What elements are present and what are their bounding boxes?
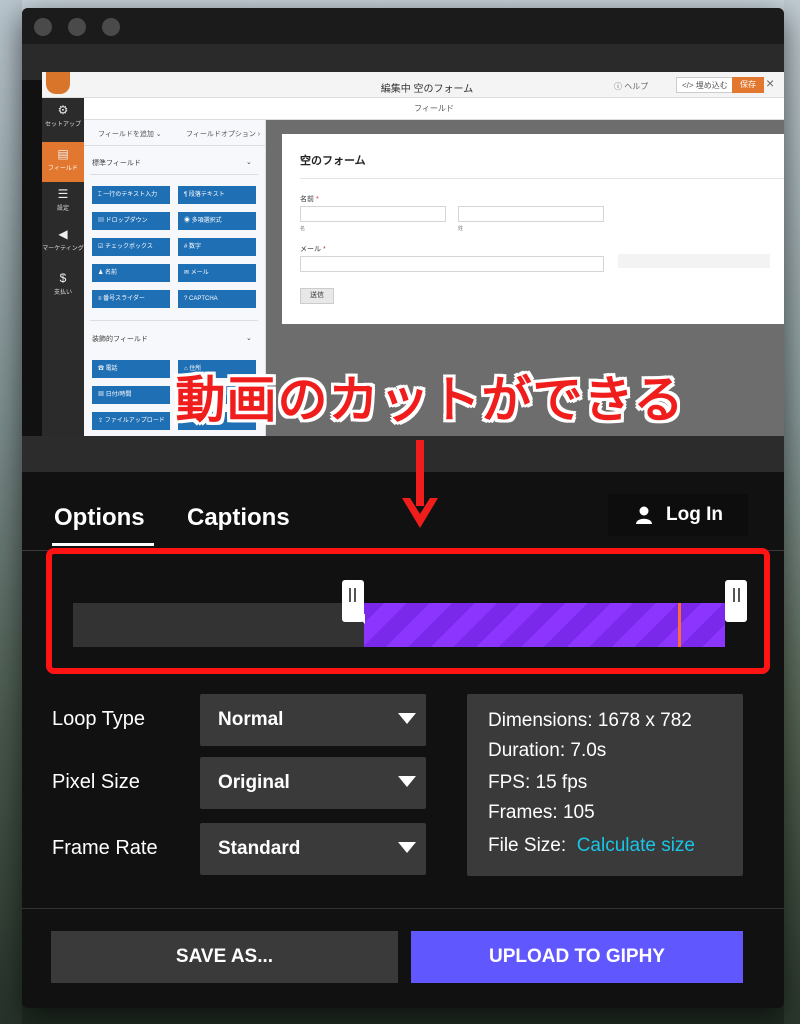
sidebar-item-marketing: ◀ マーケティング <box>42 227 84 252</box>
field-button: ⌶ 一行のテキスト入力 <box>92 186 170 204</box>
login-button[interactable]: Log In <box>608 494 748 536</box>
chevron-down-icon <box>398 842 416 853</box>
chevron-down-icon <box>398 713 416 724</box>
title-bar <box>22 8 784 44</box>
trim-selection[interactable] <box>364 603 725 647</box>
sidebar-item-setup: ⚙ セットアップ <box>42 98 84 138</box>
field-button: ✉ メール <box>178 264 256 282</box>
divider <box>90 174 258 175</box>
first-name-sublabel: 名 <box>300 226 306 232</box>
tab-captions[interactable]: Captions <box>187 504 290 532</box>
field-button: ? CAPTCHA <box>178 290 256 308</box>
upload-to-giphy-button[interactable]: UPLOAD TO GIPHY <box>411 931 743 983</box>
close-icon: × <box>766 75 775 91</box>
loop-type-select[interactable]: Normal <box>200 694 426 746</box>
chevron-down-icon: ⌄ <box>246 159 252 166</box>
loop-type-label: Loop Type <box>52 708 146 730</box>
frame-rate-label: Frame Rate <box>52 837 158 859</box>
file-size-row: File Size: Calculate size <box>488 835 695 856</box>
gif-info-panel: Dimensions: 1678 x 782 Duration: 7.0s FP… <box>467 694 743 876</box>
name-label: 名前 * <box>300 196 319 203</box>
field-button: # 数字 <box>178 238 256 256</box>
fields-icon: ▤ <box>57 147 69 161</box>
preview-save-button: 保存 <box>732 77 764 93</box>
frames-row: Frames: 105 <box>488 802 595 823</box>
preview-sidebar: ⚙ セットアップ ▤ フィールド ☰ 設定 ◀ マーケティング $ 支払い <box>42 98 84 436</box>
last-name-sublabel: 姓 <box>458 226 464 232</box>
email-field <box>300 256 604 272</box>
pixel-size-select[interactable]: Original <box>200 757 426 809</box>
standard-fields-heading: 標準フィールド <box>92 160 141 167</box>
chevron-down-icon <box>398 776 416 787</box>
gear-icon: ⚙ <box>57 103 69 117</box>
fancy-fields-heading: 装飾的フィールド <box>92 336 148 343</box>
desktop-background-left <box>0 0 22 1024</box>
divider <box>22 908 784 909</box>
close-window-button[interactable] <box>34 18 52 36</box>
save-as-button[interactable]: SAVE AS... <box>51 931 398 983</box>
field-button: ▤ ドロップダウン <box>92 212 170 230</box>
panel-tabs: フィールドを追加 ⌄ フィールドオプション › <box>84 120 266 146</box>
zoom-window-button[interactable] <box>102 18 120 36</box>
app-logo <box>46 72 70 94</box>
down-arrow-icon <box>402 440 438 528</box>
chevron-down-icon: ⌄ <box>246 335 252 342</box>
overlay-caption: 動画のカットができる <box>175 371 685 429</box>
trim-start-handle[interactable] <box>342 580 366 624</box>
dollar-icon: $ <box>59 271 67 285</box>
form-card: 空のフォーム 名前 * 名 姓 メール * 送信 <box>282 134 784 324</box>
drag-placeholder <box>618 254 770 268</box>
active-tab-indicator <box>52 543 154 546</box>
help-icon: ⓘ <box>614 82 625 91</box>
preview-subheader: フィールド <box>84 98 784 120</box>
help-link: ⓘ ヘルプ <box>614 82 649 91</box>
divider <box>300 178 784 179</box>
sidebar-item-fields: ▤ フィールド <box>42 142 84 182</box>
last-name-field <box>458 206 604 222</box>
preview-app-header: 編集中 空のフォーム ⓘ ヘルプ </> 埋め込む 保存 × <box>42 72 784 98</box>
field-button: ♟ 名前 <box>92 264 170 282</box>
email-label: メール * <box>300 246 326 253</box>
fps-row: FPS: 15 fps <box>488 772 588 793</box>
trim-end-handle[interactable] <box>725 580 747 622</box>
megaphone-icon: ◀ <box>58 227 68 241</box>
playhead[interactable] <box>678 603 682 647</box>
dimensions-row: Dimensions: 1678 x 782 <box>488 710 692 731</box>
field-button: ¶ 段落テキスト <box>178 186 256 204</box>
divider <box>90 320 258 321</box>
pixel-size-label: Pixel Size <box>52 771 140 793</box>
tab-add-fields: フィールドを追加 ⌄ <box>98 131 162 138</box>
sidebar-item-payments: $ 支払い <box>42 266 84 306</box>
duration-row: Duration: 7.0s <box>488 740 607 761</box>
embed-button: </> 埋め込む <box>676 77 734 93</box>
form-title: 空のフォーム <box>300 155 366 167</box>
frame-rate-select[interactable]: Standard <box>200 823 426 875</box>
field-button: ◉ 多項選択式 <box>178 212 256 230</box>
user-icon <box>636 506 652 524</box>
field-button: ☑ チェックボックス <box>92 238 170 256</box>
submit-button: 送信 <box>300 288 334 304</box>
calculate-size-link[interactable]: Calculate size <box>577 835 695 856</box>
sliders-icon: ☰ <box>57 187 69 201</box>
tab-field-options: フィールドオプション › <box>186 131 261 138</box>
preview-app-title: 編集中 空のフォーム <box>380 84 474 95</box>
minimize-window-button[interactable] <box>68 18 86 36</box>
desktop-background-right <box>784 0 800 1024</box>
field-button: ≡ 番号スライダー <box>92 290 170 308</box>
sidebar-item-settings: ☰ 設定 <box>42 182 84 222</box>
first-name-field <box>300 206 446 222</box>
tab-options[interactable]: Options <box>54 504 145 532</box>
